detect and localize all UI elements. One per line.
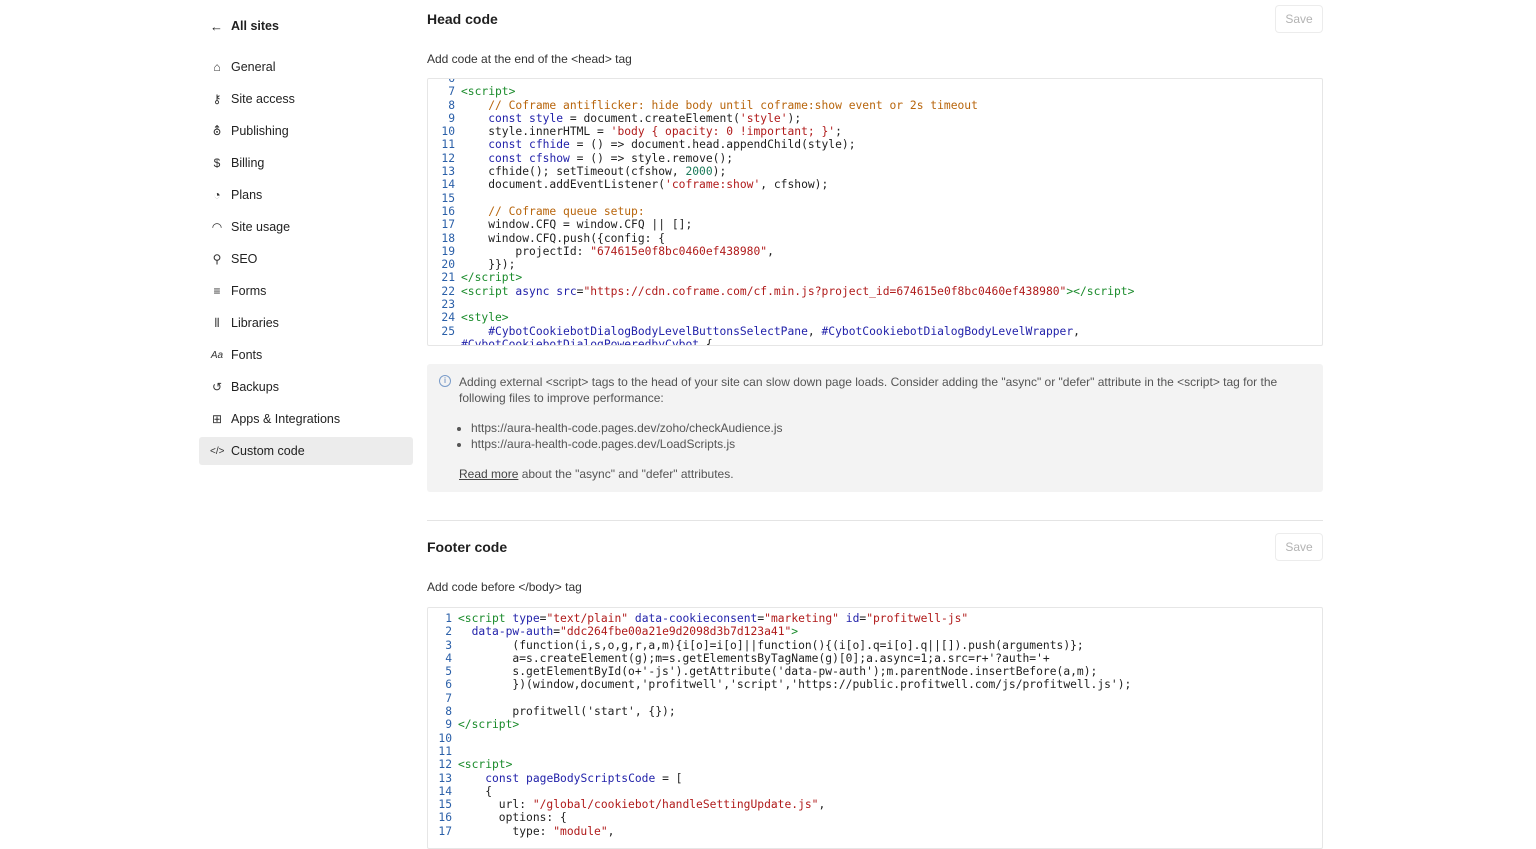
- info-icon: i: [439, 375, 451, 387]
- apps-icon: ⊞: [211, 412, 223, 426]
- key-icon: ⚷: [212, 92, 222, 106]
- main-content: Head code Save Add code at the end of th…: [427, 0, 1323, 849]
- head-code-editor[interactable]: 6 7 <script> 8 // Coframe antiflicker: hi…: [427, 78, 1323, 346]
- sidebar-item-publishing[interactable]: ⛢ Publishing: [199, 117, 413, 145]
- sidebar-item-label: SEO: [231, 252, 258, 266]
- sidebar-item-libraries[interactable]: ⫴ Libraries: [199, 309, 413, 337]
- sidebar-item-seo[interactable]: ⚲ SEO: [199, 245, 413, 273]
- forms-icon: ≡: [213, 284, 221, 298]
- sidebar-item-label: Apps & Integrations: [231, 412, 341, 426]
- sidebar-item-label: Custom code: [231, 444, 305, 458]
- list-item: https://aura-health-code.pages.dev/LoadS…: [471, 436, 1311, 452]
- search-icon: ⚲: [212, 252, 222, 266]
- footer-code-save-button[interactable]: Save: [1275, 533, 1323, 561]
- section-divider: [427, 520, 1323, 521]
- sidebar-item-site-access[interactable]: ⚷ Site access: [199, 85, 413, 113]
- fonts-icon: Aa: [210, 349, 224, 361]
- alert-read-more-line: Read more about the "async" and "defer" …: [459, 466, 1311, 482]
- sidebar-item-general[interactable]: ⌂ General: [199, 53, 413, 81]
- head-code-save-button[interactable]: Save: [1275, 5, 1323, 33]
- head-code-subtitle: Add code at the end of the <head> tag: [427, 52, 632, 66]
- sidebar-item-label: Forms: [231, 284, 267, 298]
- libraries-icon: ⫴: [214, 315, 220, 330]
- head-code-header: Head code Save: [427, 0, 1323, 38]
- sidebar-item-label: Fonts: [231, 348, 263, 362]
- list-item: https://aura-health-code.pages.dev/zoho/…: [471, 420, 1311, 436]
- sidebar-item-label: Backups: [231, 380, 279, 394]
- dollar-icon: $: [213, 156, 221, 170]
- alert-text: Adding external <script> tags to the hea…: [459, 375, 1278, 405]
- footer-code-header: Footer code Save: [427, 528, 1323, 566]
- sidebar-item-backups[interactable]: ↺ Backups: [199, 373, 413, 401]
- home-icon: ⌂: [213, 60, 221, 74]
- publish-icon: ⛢: [212, 124, 222, 138]
- sidebar-item-site-usage[interactable]: ◠ Site usage: [199, 213, 413, 241]
- sidebar-item-fonts[interactable]: Aa Fonts: [199, 341, 413, 369]
- sidebar-item-label: Site access: [231, 92, 295, 106]
- head-code-title: Head code: [427, 11, 498, 27]
- arrow-left-icon: ←: [210, 18, 223, 34]
- sidebar-item-label: Plans: [231, 188, 263, 202]
- all-sites-link[interactable]: ← All sites: [199, 12, 413, 40]
- sidebar-item-apps-integrations[interactable]: ⊞ Apps & Integrations: [199, 405, 413, 433]
- sidebar-item-forms[interactable]: ≡ Forms: [199, 277, 413, 305]
- footer-code-editor[interactable]: 1 <script type="text/plain" data-cookieco…: [427, 607, 1323, 849]
- sidebar-item-plans[interactable]: ◔ Plans: [199, 181, 413, 209]
- sidebar-item-label: Billing: [231, 156, 265, 170]
- backup-icon: ↺: [211, 380, 223, 394]
- sidebar-item-label: Libraries: [231, 316, 279, 330]
- sidebar-item-custom-code[interactable]: </> Custom code: [199, 437, 413, 465]
- read-more-link[interactable]: Read more: [459, 467, 518, 481]
- read-more-suffix: about the "async" and "defer" attributes…: [518, 467, 734, 481]
- performance-alert: i Adding external <script> tags to the h…: [427, 364, 1323, 492]
- all-sites-label: All sites: [231, 19, 279, 33]
- sidebar: ← All sites ⌂ General ⚷ Site access ⛢ Pu…: [199, 12, 413, 469]
- footer-code-subtitle: Add code before </body> tag: [427, 580, 582, 594]
- sidebar-item-label: General: [231, 60, 276, 74]
- gauge-icon: ◠: [211, 220, 223, 234]
- sidebar-item-billing[interactable]: $ Billing: [199, 149, 413, 177]
- code-icon: </>: [210, 445, 225, 457]
- footer-code-title: Footer code: [427, 539, 508, 555]
- sidebar-item-label: Site usage: [231, 220, 291, 234]
- settings-nav: ⌂ General ⚷ Site access ⛢ Publishing $ B…: [199, 53, 413, 465]
- alert-file-list: https://aura-health-code.pages.dev/zoho/…: [459, 420, 1311, 452]
- plans-icon: ◔: [213, 188, 221, 202]
- sidebar-item-label: Publishing: [231, 124, 289, 138]
